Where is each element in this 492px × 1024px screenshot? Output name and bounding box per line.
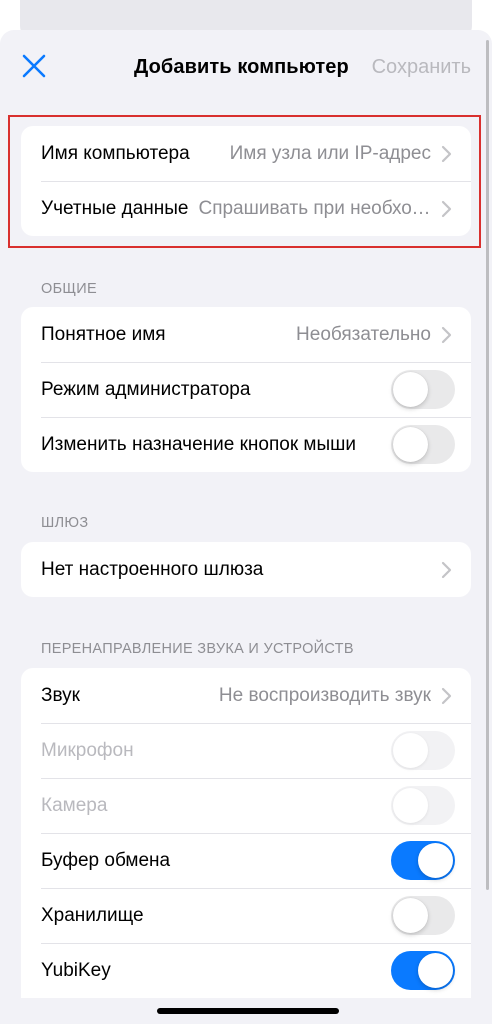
chevron-right-icon xyxy=(441,326,452,343)
swap-mouse-buttons-label: Изменить назначение кнопок мыши xyxy=(41,433,356,455)
sound-row[interactable]: Звук Не воспроизводить звук xyxy=(21,668,471,723)
credentials-label: Учетные данные xyxy=(41,197,189,219)
gateway-group: Нет настроенного шлюза xyxy=(21,542,471,597)
friendly-name-row[interactable]: Понятное имя Необязательно xyxy=(21,307,471,362)
admin-mode-toggle[interactable] xyxy=(391,370,455,409)
chevron-right-icon xyxy=(441,687,452,704)
add-pc-sheet: Добавить компьютер Сохранить Имя компьют… xyxy=(0,30,492,1024)
scrollbar[interactable] xyxy=(486,40,489,890)
storage-label: Хранилище xyxy=(41,904,144,926)
gateway-label: Нет настроенного шлюза xyxy=(41,558,264,580)
swap-mouse-buttons-toggle[interactable] xyxy=(391,425,455,464)
chevron-right-icon xyxy=(441,200,452,217)
connection-group: Имя компьютера Имя узла или IP-адрес Уче… xyxy=(21,126,471,236)
clipboard-label: Буфер обмена xyxy=(41,849,171,871)
pc-name-value: Имя узла или IP-адрес xyxy=(229,142,431,164)
save-button[interactable]: Сохранить xyxy=(372,56,471,79)
microphone-toggle xyxy=(391,731,455,770)
microphone-label: Микрофон xyxy=(41,739,134,761)
redirection-section-header: ПЕРЕНАПРАВЛЕНИЕ ЗВУКА И УСТРОЙСТВ xyxy=(41,641,354,657)
home-indicator[interactable] xyxy=(157,1008,339,1014)
chevron-right-icon xyxy=(441,145,452,162)
page-title: Добавить компьютер xyxy=(134,56,349,78)
sound-label: Звук xyxy=(41,684,80,706)
pc-name-label: Имя компьютера xyxy=(41,142,190,164)
yubikey-row: YubiKey xyxy=(21,943,471,998)
storage-row: Хранилище xyxy=(21,888,471,943)
sound-value: Не воспроизводить звук xyxy=(218,684,431,706)
admin-mode-label: Режим администратора xyxy=(41,378,251,400)
clipboard-toggle[interactable] xyxy=(391,841,455,880)
swap-mouse-buttons-row: Изменить назначение кнопок мыши xyxy=(21,417,471,472)
general-group: Понятное имя Необязательно Режим админис… xyxy=(21,307,471,472)
navigation-bar: Добавить компьютер Сохранить xyxy=(0,30,492,104)
storage-toggle[interactable] xyxy=(391,896,455,935)
microphone-row: Микрофон xyxy=(21,723,471,778)
credentials-value: Спрашивать при необходимости xyxy=(198,197,431,219)
chevron-right-icon xyxy=(441,561,452,578)
yubikey-label: YubiKey xyxy=(41,959,111,981)
camera-toggle xyxy=(391,786,455,825)
friendly-name-value: Необязательно xyxy=(296,323,431,345)
yubikey-toggle[interactable] xyxy=(391,951,455,990)
redirection-group: Звук Не воспроизводить звук Микрофон Кам… xyxy=(21,668,471,998)
close-button[interactable] xyxy=(18,50,50,82)
camera-row: Камера xyxy=(21,778,471,833)
close-icon xyxy=(22,54,46,78)
clipboard-row: Буфер обмена xyxy=(21,833,471,888)
friendly-name-label: Понятное имя xyxy=(41,323,166,345)
pc-name-row[interactable]: Имя компьютера Имя узла или IP-адрес xyxy=(21,126,471,181)
admin-mode-row: Режим администратора xyxy=(21,362,471,417)
camera-label: Камера xyxy=(41,794,108,816)
gateway-row[interactable]: Нет настроенного шлюза xyxy=(21,542,471,597)
credentials-row[interactable]: Учетные данные Спрашивать при необходимо… xyxy=(21,181,471,236)
gateway-section-header: ШЛЮЗ xyxy=(41,515,89,531)
general-section-header: ОБЩИЕ xyxy=(41,281,97,297)
